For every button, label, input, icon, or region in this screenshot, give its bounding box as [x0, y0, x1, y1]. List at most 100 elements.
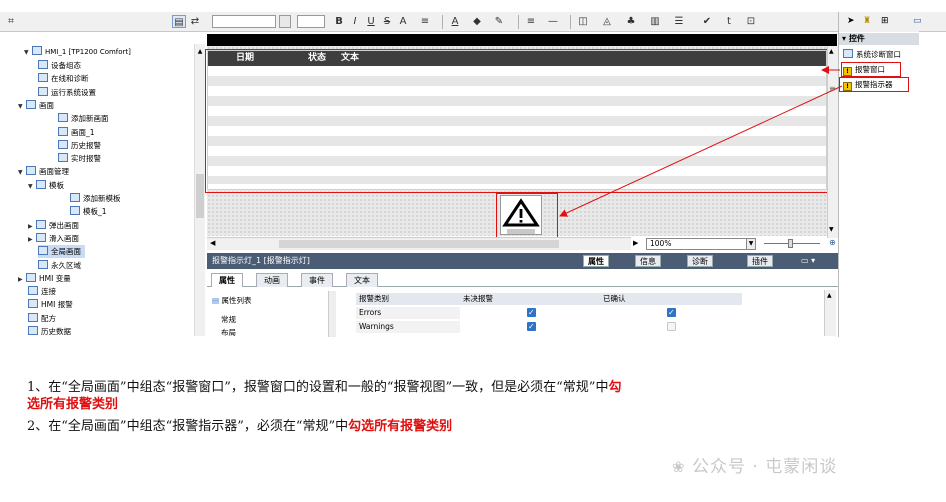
scroll-down-icon[interactable]: ▼: [829, 226, 834, 233]
tree-item[interactable]: 运行系统设置: [38, 86, 96, 99]
font-select-button[interactable]: [279, 15, 291, 28]
scrollbar-thumb[interactable]: [196, 174, 204, 218]
fit-view-icon[interactable]: ⊕: [829, 238, 838, 249]
scroll-up-icon[interactable]: ▲: [196, 48, 204, 56]
prop-item-general[interactable]: 常规: [221, 314, 236, 325]
tree-item[interactable]: 添加新模板: [70, 192, 121, 205]
expand-arrow-icon[interactable]: ▼: [24, 46, 32, 59]
italic-button[interactable]: I: [348, 15, 362, 28]
window-icon[interactable]: ▭: [913, 16, 922, 26]
inspector-scrollbar[interactable]: ▲: [824, 290, 836, 336]
font-size-grow-button[interactable]: A: [396, 15, 410, 28]
tree-item[interactable]: ▶ 滑入画面: [28, 232, 79, 245]
tree-item[interactable]: ▶ HMI 变量: [18, 272, 71, 285]
tab-plugins[interactable]: 插件: [747, 255, 773, 267]
tree-item[interactable]: 连接: [28, 285, 56, 298]
tree-sync-icon[interactable]: ⇄: [188, 15, 202, 28]
pending-checkbox[interactable]: [527, 308, 536, 317]
check-button[interactable]: ✔: [700, 15, 714, 28]
line-style-button[interactable]: ≡: [524, 15, 538, 28]
fill-color-button[interactable]: ◆: [470, 15, 484, 28]
ptab-events[interactable]: 事件: [301, 273, 333, 287]
highlight-box-tool-alarm-window: [841, 62, 901, 77]
property-list-scrollbar[interactable]: [328, 291, 336, 337]
acked-checkbox[interactable]: [667, 322, 676, 331]
font-size-select[interactable]: [297, 15, 325, 28]
expand-arrow-icon[interactable]: ▶: [18, 273, 26, 286]
tree-item[interactable]: ▼ 画面: [18, 99, 54, 112]
scroll-up-icon[interactable]: ▲: [829, 48, 834, 55]
tree-item[interactable]: ▼ 模板: [28, 179, 64, 192]
collapse-arrow-icon[interactable]: ▼: [18, 166, 26, 179]
group-button[interactable]: ♣: [624, 15, 638, 28]
expand-arrow-icon[interactable]: ▶: [28, 233, 36, 246]
controls-section-title[interactable]: ▾ 控件: [839, 33, 919, 45]
tree-view-icon[interactable]: ▤: [172, 15, 186, 28]
zoom-slider-thumb[interactable]: [788, 239, 793, 248]
wechat-icon: ❀: [672, 458, 686, 476]
pending-checkbox[interactable]: [527, 322, 536, 331]
collapse-arrow-icon[interactable]: ▼: [18, 100, 26, 113]
tree-item[interactable]: 模板_1: [70, 205, 107, 218]
tree-item[interactable]: HMI 报警: [28, 298, 73, 311]
tree-item[interactable]: 配方: [28, 312, 56, 325]
scroll-grip-icon[interactable]: ≡: [829, 84, 836, 93]
bold-button[interactable]: B: [332, 15, 346, 28]
font-color-button[interactable]: A: [448, 15, 462, 28]
zoom-fit-button[interactable]: ⊡: [744, 15, 758, 28]
scroll-right-icon[interactable]: ▶: [633, 239, 638, 247]
pointer-icon[interactable]: ➤: [847, 16, 855, 26]
property-tabs: 属性 动画 事件 文本: [207, 271, 838, 287]
tree-scrollbar[interactable]: ▲: [194, 44, 205, 336]
tree-item[interactable]: 全局画面: [38, 245, 85, 259]
tab-diagnostics[interactable]: 诊断: [687, 255, 713, 267]
note-line-1: 1、在“全局画面”中组态“报警窗口”，报警窗口的设置和一般的“报警视图”一致，但…: [27, 380, 622, 412]
tab-properties[interactable]: 属性: [583, 255, 609, 267]
scroll-up-icon[interactable]: ▲: [827, 292, 832, 299]
scrollbar-thumb[interactable]: [279, 240, 559, 248]
scroll-left-icon[interactable]: ◀: [210, 239, 215, 247]
tree-item-label: 运行系统设置: [51, 87, 96, 97]
tree-item[interactable]: 历史报警: [58, 139, 101, 152]
line-color-button[interactable]: ✎: [492, 15, 506, 28]
align-button[interactable]: ≡: [418, 15, 432, 28]
rotate-button[interactable]: ◬: [600, 15, 614, 28]
tree-item[interactable]: 设备组态: [38, 59, 81, 72]
tree-item[interactable]: 画面_1: [58, 126, 95, 139]
tree-root[interactable]: ▼ HMI_1 [TP1200 Comfort]: [24, 46, 131, 59]
tree-item[interactable]: 添加新画面: [58, 112, 109, 125]
acked-checkbox[interactable]: [667, 308, 676, 317]
font-select[interactable]: [212, 15, 276, 28]
tree-item[interactable]: 实时报警: [58, 152, 101, 165]
tab-info[interactable]: 信息: [635, 255, 661, 267]
chevron-down-icon[interactable]: ▼: [746, 238, 756, 250]
same-size-button[interactable]: ☰: [672, 15, 686, 28]
tree-node-icon: [58, 139, 68, 149]
note-line-2: 2、在“全局画面”中组态“报警指示器”，必须在“常规”中勾选所有报警类别: [27, 419, 453, 434]
zoom-select[interactable]: 100%: [646, 238, 754, 250]
collapse-arrow-icon[interactable]: ▼: [28, 180, 36, 193]
underline-button[interactable]: U: [364, 15, 378, 28]
tree-item[interactable]: ▼ 画面管理: [18, 165, 69, 178]
editor-horizontal-scrollbar[interactable]: ◀: [207, 237, 631, 250]
tree-pin-icon[interactable]: ⌗: [4, 15, 18, 28]
prop-item-layout[interactable]: 布局: [221, 327, 236, 338]
tree-item[interactable]: 历史数据: [28, 325, 71, 338]
distribute-button[interactable]: ▥: [648, 15, 662, 28]
arrange-button[interactable]: ◫: [576, 15, 590, 28]
tool-system-diagnostics-window[interactable]: 系统诊断窗口: [843, 49, 901, 61]
ptab-properties[interactable]: 属性: [211, 273, 243, 287]
ptab-animations[interactable]: 动画: [256, 273, 288, 287]
ptab-texts[interactable]: 文本: [346, 273, 378, 287]
tree-item[interactable]: ▶ 弹出画面: [28, 219, 79, 232]
editor-vertical-scrollbar[interactable]: ▲ ≡ ▼: [827, 46, 838, 238]
panel-options-icon[interactable]: ▭ ▾: [801, 253, 815, 269]
user-icon[interactable]: ♜: [863, 16, 871, 26]
strikethrough-button[interactable]: S: [380, 15, 394, 28]
library-icon[interactable]: ⊞: [881, 16, 889, 26]
tree-item[interactable]: 在线和诊断: [38, 72, 89, 85]
text-button[interactable]: t: [722, 15, 736, 28]
tree-item[interactable]: 永久区域: [38, 259, 81, 272]
expand-arrow-icon[interactable]: ▶: [28, 220, 36, 233]
line-width-button[interactable]: —: [546, 15, 560, 28]
